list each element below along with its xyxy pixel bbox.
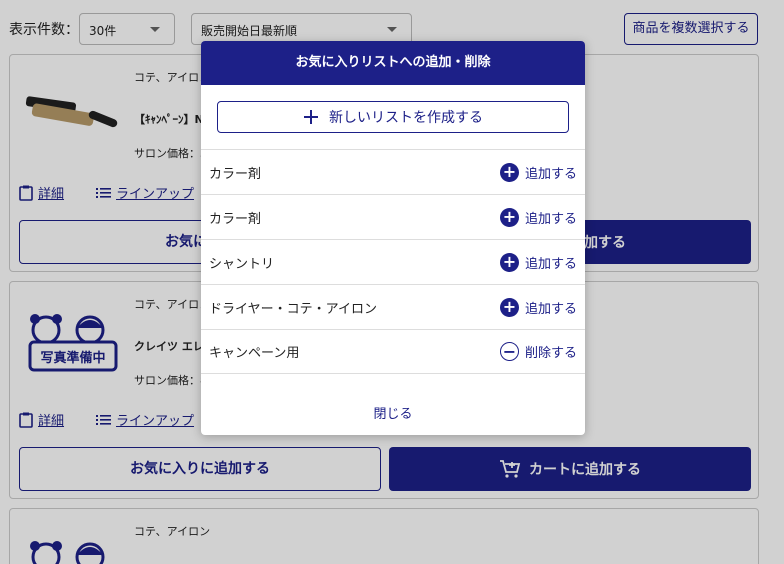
favorite-list-modal: お気に入りリストへの追加・削除 新しいリストを作成する カラー剤 + 追加する … <box>201 41 585 435</box>
plus-icon: + <box>499 207 519 227</box>
add-to-list-button[interactable]: + 追加する <box>499 162 577 182</box>
list-item: シャントリ + 追加する <box>201 239 585 284</box>
list-item: キャンペーン用 − 削除する <box>201 329 585 374</box>
list-name: ドライヤー・コテ・アイロン <box>209 301 377 317</box>
modal-title: お気に入りリストへの追加・削除 <box>201 41 585 85</box>
list-name: カラー剤 <box>209 166 262 182</box>
action-label: 削除する <box>524 346 577 361</box>
minus-icon: − <box>499 342 519 361</box>
close-button[interactable]: 閉じる <box>201 403 585 422</box>
list-name: カラー剤 <box>209 211 262 227</box>
list-item: カラー剤 + 追加する <box>201 149 585 194</box>
action-label: 追加する <box>524 166 577 182</box>
list-item: カラー剤 + 追加する <box>201 194 585 239</box>
create-list-label: 新しいリストを作成する <box>329 110 483 126</box>
favorite-list-rows: カラー剤 + 追加する カラー剤 + 追加する シャントリ + 追加する ドライ… <box>201 149 585 374</box>
action-label: 追加する <box>524 256 577 272</box>
plus-icon: + <box>499 297 519 317</box>
list-name: シャントリ <box>209 256 275 272</box>
action-label: 追加する <box>524 211 577 227</box>
add-to-list-button[interactable]: + 追加する <box>499 207 577 227</box>
plus-icon: + <box>499 162 519 182</box>
plus-icon: + <box>499 252 519 272</box>
plus-icon <box>304 110 318 124</box>
action-label: 追加する <box>524 301 577 317</box>
create-list-button[interactable]: 新しいリストを作成する <box>217 101 569 133</box>
add-to-list-button[interactable]: + 追加する <box>499 297 577 317</box>
add-to-list-button[interactable]: + 追加する <box>499 252 577 272</box>
list-item: ドライヤー・コテ・アイロン + 追加する <box>201 284 585 329</box>
list-name: キャンペーン用 <box>209 346 300 361</box>
remove-from-list-button[interactable]: − 削除する <box>499 342 577 361</box>
